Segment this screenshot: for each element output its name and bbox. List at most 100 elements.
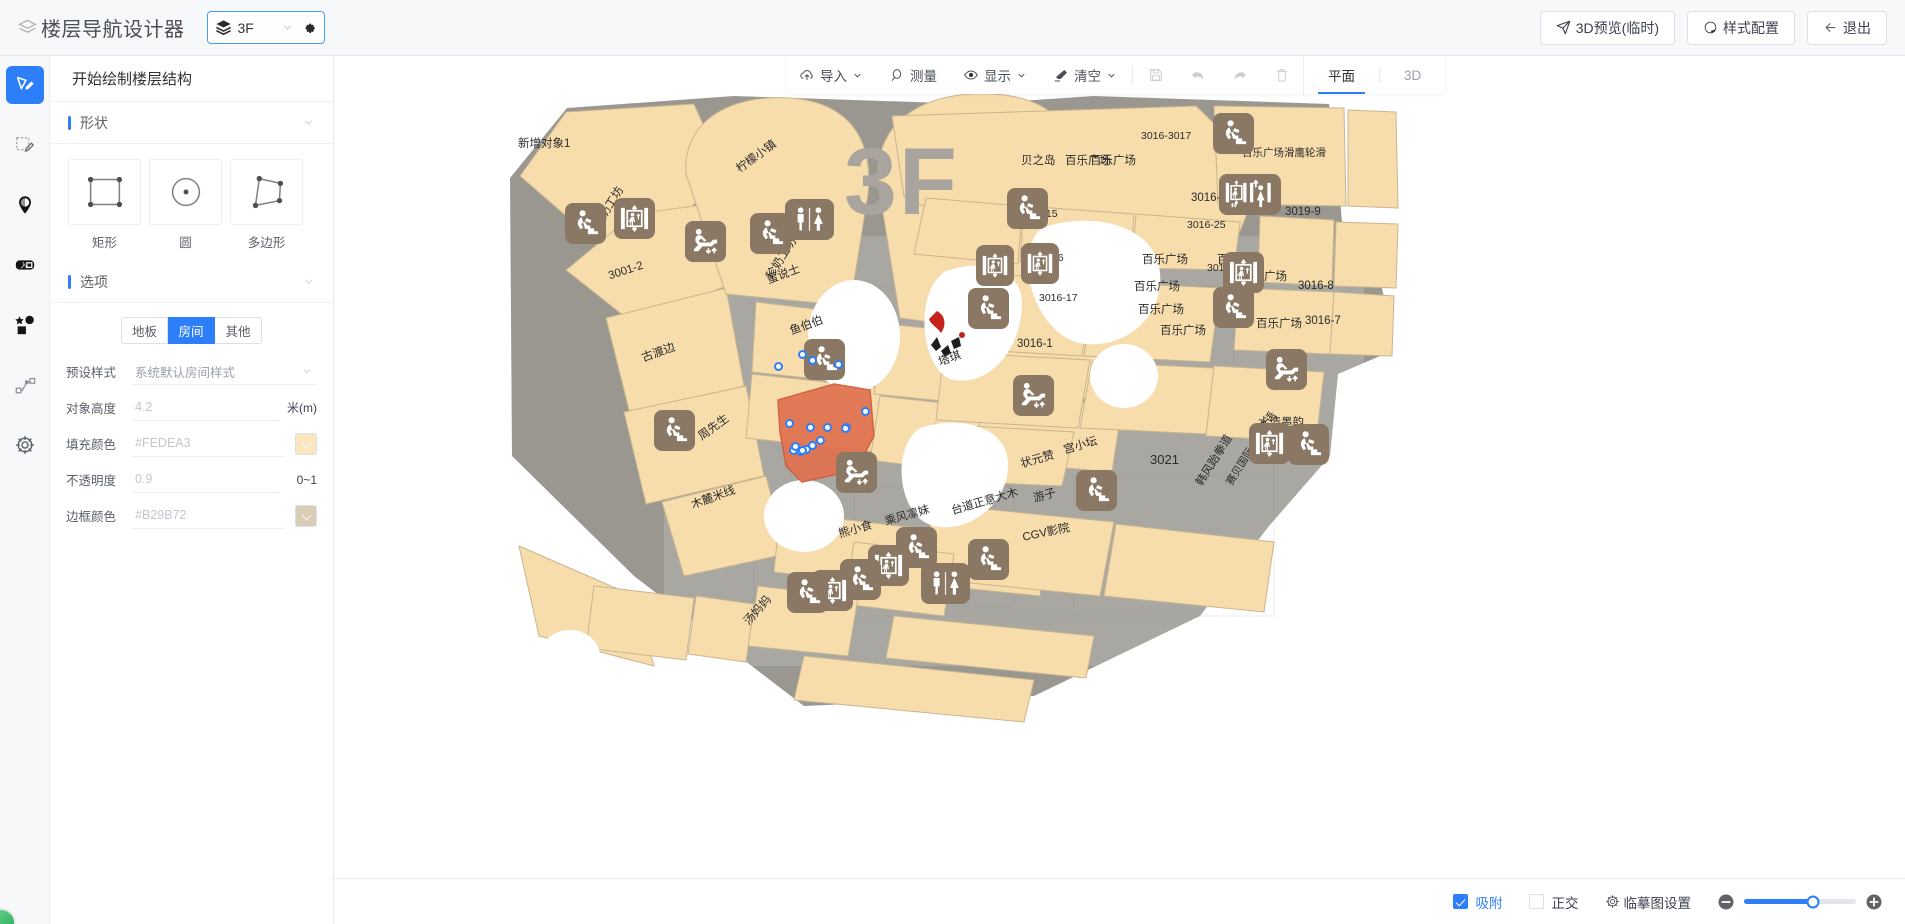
preview-3d-label: 3D预览(临时)	[1576, 18, 1659, 38]
field-object-height: 对象高度 4.2 米(m)	[66, 394, 317, 421]
stairs-icon	[1012, 193, 1043, 224]
selection-vertex-handle[interactable]	[798, 350, 807, 359]
shape-option-circle[interactable]: 圆	[149, 159, 222, 251]
rail-item-entrance-tool[interactable]: 入	[6, 246, 44, 284]
rail-item-edit-region-tool[interactable]	[6, 126, 44, 164]
display-label: 显示	[984, 65, 1011, 85]
map-poi-stairs[interactable]	[1288, 424, 1329, 465]
chevron-down-icon[interactable]	[302, 275, 315, 288]
zoom-slider-thumb[interactable]	[1807, 895, 1820, 908]
zoom-slider[interactable]	[1744, 899, 1856, 904]
selection-vertex-handle[interactable]	[808, 356, 817, 365]
snap-checkbox[interactable]: 吸附	[1453, 892, 1503, 912]
elevator-icon	[1254, 428, 1285, 459]
stairs-icon	[973, 544, 1004, 575]
map-poi-stairs[interactable]	[1076, 470, 1117, 511]
tab-other[interactable]: 其他	[215, 317, 262, 344]
save-icon	[1148, 67, 1164, 83]
selection-vertex-handle[interactable]	[785, 419, 794, 428]
delete-button[interactable]	[1261, 56, 1303, 94]
escalator-icon	[1271, 354, 1302, 385]
rail-item-path-tool[interactable]	[6, 366, 44, 404]
shape-option-polygon[interactable]: 多边形	[230, 159, 303, 251]
map-poi-stairs[interactable]	[968, 288, 1009, 329]
canvas-area[interactable]: 3F 新增对象1柠檬小镇3001-2古渡边珍奶工坊珍奶工坊蜜说士鱼伯伯塔琪周先生…	[334, 56, 1905, 878]
save-button[interactable]	[1135, 56, 1177, 94]
path-node-icon	[14, 374, 36, 396]
preset-style-select[interactable]: 系统默认房间样式	[132, 359, 317, 385]
import-menu[interactable]: 导入	[786, 56, 876, 94]
redo-button[interactable]	[1219, 56, 1261, 94]
gear-icon[interactable]	[300, 19, 317, 36]
selection-vertex-handle[interactable]	[823, 423, 832, 432]
ortho-checkbox[interactable]: 正交	[1529, 892, 1579, 912]
field-opacity: 不透明度 0.9 0~1	[66, 466, 317, 493]
style-config-button[interactable]: 样式配置	[1687, 11, 1795, 45]
map-poi-elevator[interactable]	[1249, 423, 1290, 464]
reference-image-settings-button[interactable]: 临摹图设置	[1605, 892, 1692, 912]
elevator-icon	[1026, 248, 1054, 279]
map-poi-restroom[interactable]	[921, 563, 970, 604]
selection-vertex-handle[interactable]	[834, 360, 843, 369]
map-poi-stairs[interactable]	[968, 539, 1009, 580]
map-poi-escalator[interactable]	[836, 452, 877, 493]
exit-button[interactable]: 退出	[1807, 11, 1887, 45]
selection-vertex-handle[interactable]	[774, 362, 783, 371]
map-poi-elevator[interactable]	[1021, 243, 1059, 284]
map-poi-escalator[interactable]	[1013, 375, 1054, 416]
arrow-left-icon	[1823, 20, 1838, 35]
shape-section-header[interactable]: 形状	[50, 102, 333, 144]
map-poi-elevator[interactable]	[976, 245, 1014, 286]
map-poi-stairs[interactable]	[1213, 113, 1254, 154]
tab-3d-view[interactable]: 3D	[1380, 56, 1445, 94]
selection-vertex-handle[interactable]	[798, 446, 807, 455]
display-menu[interactable]: 显示	[950, 56, 1040, 94]
tab-room[interactable]: 房间	[168, 317, 215, 344]
map-poi-elevator[interactable]	[614, 198, 655, 239]
measure-tool[interactable]: 测量	[876, 56, 950, 94]
selection-vertex-handle[interactable]	[816, 436, 825, 445]
section-accent-bar	[68, 116, 71, 130]
undo-button[interactable]	[1177, 56, 1219, 94]
shape-option-rectangle[interactable]: 矩形	[68, 159, 141, 251]
map-poi-stairs[interactable]	[654, 410, 695, 451]
map-poi-escalator[interactable]	[1266, 349, 1307, 390]
restroom-icon	[790, 204, 829, 235]
rail-item-draw-tool[interactable]	[6, 66, 44, 104]
tab-plan-view[interactable]: 平面	[1304, 56, 1379, 94]
layer-select[interactable]: 3F	[207, 11, 325, 44]
map-poi-stairs[interactable]	[1213, 287, 1254, 328]
opacity-input[interactable]: 0.9	[132, 467, 279, 493]
options-section-header[interactable]: 选项	[50, 261, 333, 303]
fill-color-input[interactable]: #FEDEA3	[132, 431, 285, 457]
preview-3d-button[interactable]: 3D预览(临时)	[1540, 11, 1675, 45]
border-color-input[interactable]: #B29B72	[132, 503, 285, 529]
map-poi-stairs[interactable]	[787, 572, 828, 613]
undo-icon	[1190, 67, 1206, 83]
status-bar: 吸附 正交 临摹图设置	[334, 878, 1905, 924]
minus-circle-icon[interactable]	[1717, 893, 1735, 911]
map-poi-restroom[interactable]	[785, 199, 834, 240]
fill-color-swatch[interactable]	[295, 433, 317, 455]
chevron-down-icon[interactable]	[302, 116, 315, 129]
clear-menu[interactable]: 清空	[1040, 56, 1130, 94]
escalator-icon	[841, 457, 872, 488]
map-poi-stairs[interactable]	[1007, 188, 1048, 229]
ortho-checkbox-box	[1529, 894, 1544, 909]
rail-item-poi-tool[interactable]	[6, 186, 44, 224]
selection-vertex-handle[interactable]	[841, 424, 850, 433]
map-poi-elevator-restroom[interactable]	[1219, 174, 1281, 215]
rail-item-shapes-tool[interactable]	[6, 306, 44, 344]
object-height-input[interactable]: 4.2	[132, 395, 279, 421]
plus-circle-icon[interactable]	[1865, 893, 1883, 911]
map-poi-stairs[interactable]	[565, 203, 606, 244]
canvas-toolbar: 导入 测量 显示	[786, 56, 1445, 94]
selection-vertex-handle[interactable]	[861, 407, 870, 416]
rail-item-settings-tool[interactable]	[6, 426, 44, 464]
border-color-swatch[interactable]	[295, 505, 317, 527]
field-border-color: 边框颜色 #B29B72	[66, 502, 317, 529]
floor-map[interactable]: 3F 新增对象1柠檬小镇3001-2古渡边珍奶工坊珍奶工坊蜜说士鱼伯伯塔琪周先生…	[334, 56, 1905, 878]
map-poi-escalator[interactable]	[685, 221, 726, 262]
selection-vertex-handle[interactable]	[806, 423, 815, 432]
tab-floor[interactable]: 地板	[121, 317, 168, 344]
